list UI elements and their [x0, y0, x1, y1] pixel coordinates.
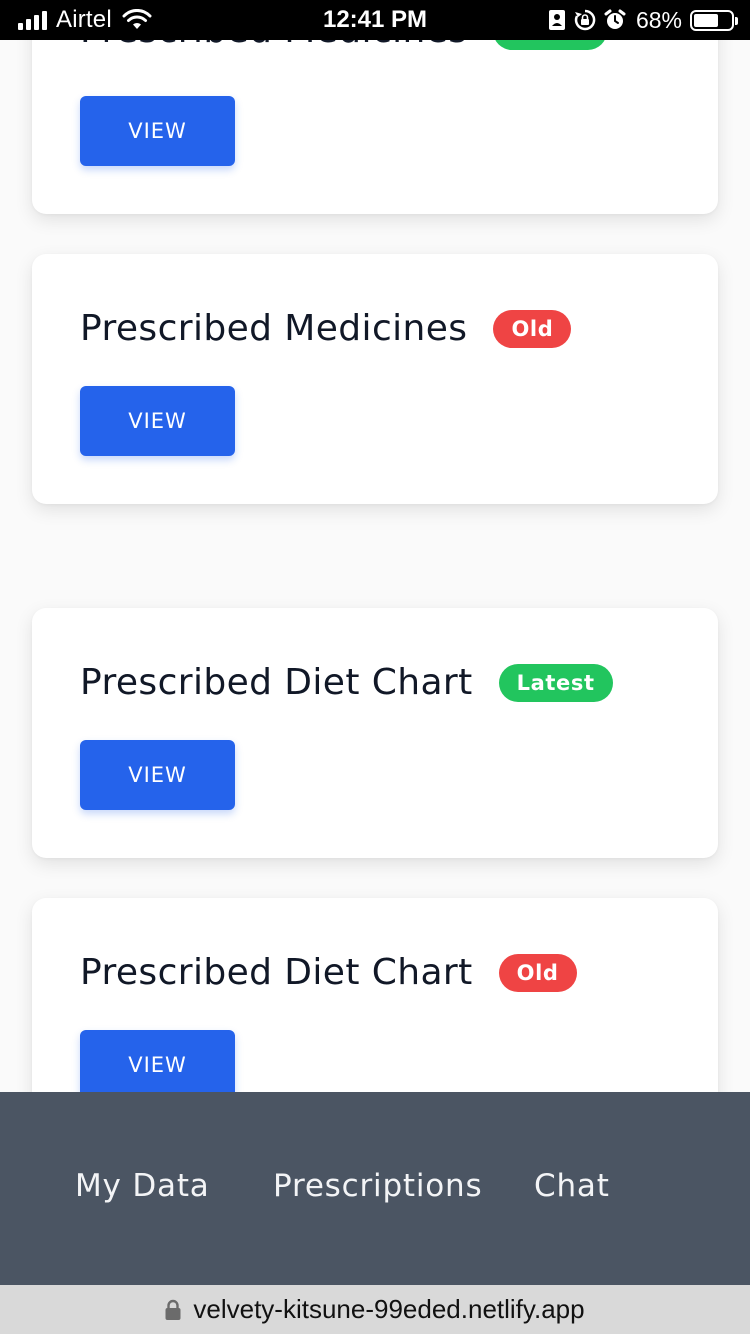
portrait-lock-icon: [548, 10, 565, 30]
view-button[interactable]: VIEW: [80, 740, 235, 810]
status-badge-old: Old: [493, 309, 572, 348]
status-badge-latest: Latest: [498, 663, 613, 702]
lock-icon: [165, 1299, 181, 1320]
status-bar-right: 68%: [548, 0, 738, 40]
battery-icon: [690, 9, 738, 31]
card-title-row: Prescribed Diet Chart Old: [80, 952, 577, 993]
nav-item-my-data[interactable]: My Data: [75, 1168, 210, 1204]
alarm-icon: [604, 9, 626, 29]
card-title: Prescribed Medicines: [80, 308, 468, 349]
nav-item-prescriptions[interactable]: Prescriptions: [273, 1168, 482, 1204]
view-button[interactable]: VIEW: [80, 96, 235, 166]
battery-fill: [694, 13, 719, 27]
status-badge-old: Old: [498, 953, 577, 992]
prescription-card-diet-latest: Prescribed Diet Chart Latest VIEW: [32, 608, 718, 858]
card-title: Prescribed Diet Chart: [80, 662, 473, 703]
url-bar[interactable]: velvety-kitsune-99eded.netlify.app: [0, 1285, 750, 1334]
card-title: Prescribed Diet Chart: [80, 952, 473, 993]
status-bar: Airtel 12:41 PM 68%: [0, 0, 750, 40]
orientation-lock-icon: [574, 9, 596, 31]
card-title-row: Prescribed Medicines Old: [80, 308, 572, 349]
view-button[interactable]: VIEW: [80, 386, 235, 456]
battery-percent: 68%: [635, 6, 682, 33]
nav-item-chat[interactable]: Chat: [534, 1168, 610, 1204]
url-text: velvety-kitsune-99eded.netlify.app: [193, 1294, 585, 1324]
view-button[interactable]: VIEW: [80, 1030, 235, 1100]
card-title-row: Prescribed Diet Chart Latest: [80, 662, 613, 703]
bottom-nav: My Data Prescriptions Chat: [0, 1092, 750, 1285]
prescription-card-medicines-old: Prescribed Medicines Old VIEW: [32, 254, 718, 504]
